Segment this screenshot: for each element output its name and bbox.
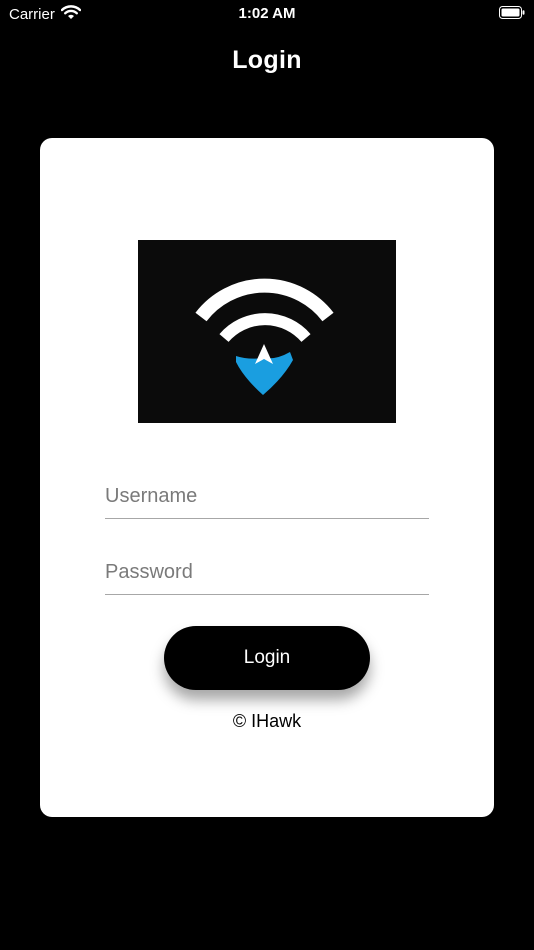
password-field[interactable] [105,550,429,595]
copyright-text: © IHawk [232,711,302,731]
battery-icon [499,6,525,19]
password-input[interactable] [105,550,429,594]
username-field[interactable] [105,474,429,519]
app-logo [138,240,396,423]
username-input[interactable] [105,474,429,518]
wifi-location-logo-icon [195,278,334,395]
login-card: Login © IHawk [40,138,494,817]
status-time: 1:02 AM [238,5,296,22]
page-title: Login [232,46,302,74]
login-button[interactable]: Login [164,626,370,690]
status-bar: Carrier 1:02 AM [0,0,534,30]
